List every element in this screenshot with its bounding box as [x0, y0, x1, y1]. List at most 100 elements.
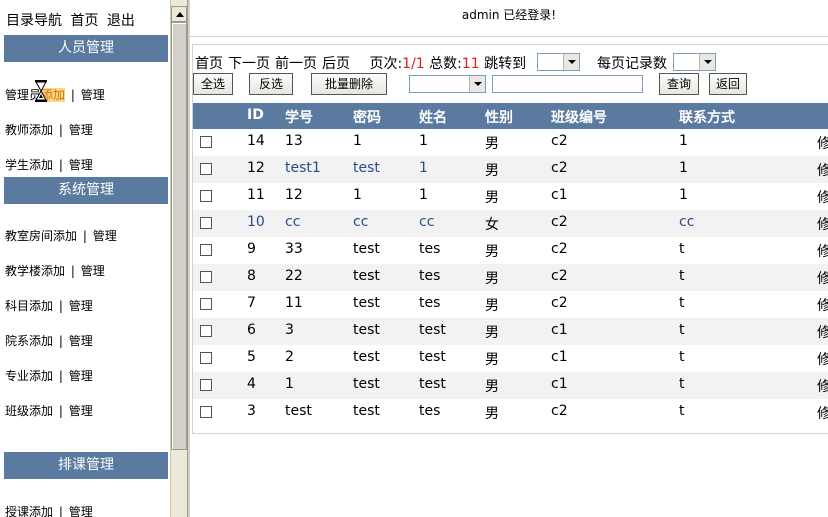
cell-student-no: 1 [285, 376, 294, 392]
major-add-link[interactable]: 专业添加 [5, 369, 53, 383]
cell-name: tes [419, 403, 441, 419]
menu-class: 班级添加 | 管理 [5, 402, 93, 419]
student-table: ID 学号 密码 姓名 性别 班级编号 联系方式 14 13 1 1 男 c2 1 修 12 te… [193, 103, 828, 426]
cell-contact: t [679, 403, 685, 419]
cell-name: tes [419, 295, 441, 311]
row-checkbox[interactable] [200, 325, 212, 337]
pager-prev-link[interactable]: 前一页 [275, 56, 317, 72]
cell-class-no: c1 [551, 187, 568, 203]
row-checkbox[interactable] [200, 190, 212, 202]
subject-add-link[interactable]: 科目添加 [5, 299, 53, 313]
subject-manage-link[interactable]: 管理 [69, 299, 93, 313]
invert-select-button[interactable]: 反选 [249, 73, 293, 95]
edit-link[interactable]: 修 [817, 403, 828, 423]
cell-class-no: c2 [551, 160, 568, 176]
back-button[interactable]: 返回 [709, 73, 747, 95]
student-add-link[interactable]: 学生添加 [5, 158, 53, 172]
teacher-manage-link[interactable]: 管理 [69, 123, 93, 137]
table-row: 14 13 1 1 男 c2 1 修 [193, 129, 828, 156]
teaching-add-link[interactable]: 授课添加 [5, 505, 53, 517]
dropdown-arrow-icon [469, 76, 485, 92]
department-add-link[interactable]: 院系添加 [5, 334, 53, 348]
batch-delete-button[interactable]: 批量删除 [311, 73, 387, 95]
edit-link[interactable]: 修 [817, 268, 828, 288]
row-checkbox[interactable] [200, 244, 212, 256]
table-row: 11 12 1 1 男 c1 1 修 [193, 183, 828, 210]
major-manage-link[interactable]: 管理 [69, 369, 93, 383]
separator: | [58, 505, 63, 517]
edit-link[interactable]: 修 [817, 160, 828, 180]
scroll-up-arrow-icon[interactable] [171, 6, 187, 22]
student-manage-link[interactable]: 管理 [69, 158, 93, 172]
pager-next-link[interactable]: 下一页 [228, 56, 270, 72]
table-row: 5 2 test test 男 c1 t 修 [193, 345, 828, 372]
scroll-thumb[interactable] [171, 22, 187, 450]
edit-link[interactable]: 修 [817, 349, 828, 369]
row-checkbox[interactable] [200, 136, 212, 148]
cell-class-no: c1 [551, 349, 568, 365]
left-frame-scrollbar[interactable] [170, 0, 187, 517]
query-button[interactable]: 查询 [659, 73, 699, 95]
per-page-select[interactable] [673, 53, 716, 71]
section-system[interactable]: 系统管理 [4, 177, 168, 204]
cell-student-no: 3 [285, 322, 294, 338]
classroom-manage-link[interactable]: 管理 [93, 229, 117, 243]
row-checkbox[interactable] [200, 271, 212, 283]
row-checkbox[interactable] [200, 379, 212, 391]
separator: | [58, 158, 63, 172]
row-checkbox[interactable] [200, 163, 212, 175]
cell-password: 1 [353, 187, 362, 203]
nav-home-link[interactable]: 首页 [70, 13, 98, 29]
department-manage-link[interactable]: 管理 [69, 334, 93, 348]
row-checkbox[interactable] [200, 352, 212, 364]
cell-class-no: c1 [551, 376, 568, 392]
row-checkbox[interactable] [200, 217, 212, 229]
jump-page-select[interactable] [537, 53, 580, 71]
separator: | [70, 88, 75, 102]
teacher-add-link[interactable]: 教师添加 [5, 123, 53, 137]
cell-student-no: 13 [285, 133, 303, 149]
edit-link[interactable]: 修 [817, 376, 828, 396]
col-id: ID [247, 107, 264, 123]
admin-manage-link[interactable]: 管理 [81, 88, 105, 102]
cell-password: test [353, 160, 380, 176]
table-row: 9 33 test tes 男 c2 t 修 [193, 237, 828, 264]
cell-student-no: 11 [285, 295, 303, 311]
cell-contact: 1 [679, 160, 688, 176]
left-nav-frame: 目录导航 首页 退出 人员管理 管理员添加 | 管理 教师添加 | 管理 学生添… [0, 0, 170, 517]
cell-name: cc [419, 214, 435, 230]
cell-password: cc [353, 214, 369, 230]
col-name: 姓名 [419, 110, 447, 126]
row-checkbox[interactable] [200, 298, 212, 310]
select-all-button[interactable]: 全选 [193, 73, 233, 95]
cell-contact: cc [679, 214, 695, 230]
edit-link[interactable]: 修 [817, 295, 828, 315]
nav-logout-link[interactable]: 退出 [107, 13, 135, 29]
edit-link[interactable]: 修 [817, 214, 828, 234]
teaching-manage-link[interactable]: 管理 [69, 505, 93, 517]
cell-id: 10 [247, 214, 265, 230]
cell-name: 1 [419, 133, 428, 149]
class-add-link[interactable]: 班级添加 [5, 404, 53, 418]
row-checkbox[interactable] [200, 406, 212, 418]
pager-last-link[interactable]: 后页 [322, 56, 350, 72]
edit-link[interactable]: 修 [817, 133, 828, 153]
search-input[interactable] [492, 75, 643, 93]
cell-sex: 男 [485, 136, 499, 152]
edit-link[interactable]: 修 [817, 322, 828, 342]
top-nav: 目录导航 首页 退出 [6, 10, 139, 30]
edit-link[interactable]: 修 [817, 187, 828, 207]
building-manage-link[interactable]: 管理 [81, 264, 105, 278]
classroom-add-link[interactable]: 教室房间添加 [5, 229, 77, 243]
search-field-select[interactable] [409, 75, 486, 93]
edit-link[interactable]: 修 [817, 241, 828, 261]
menu-teaching: 授课添加 | 管理 [5, 503, 93, 517]
building-add-link[interactable]: 教学楼添加 [5, 264, 65, 278]
cell-id: 8 [247, 268, 256, 284]
table-header: ID 学号 密码 姓名 性别 班级编号 联系方式 [193, 103, 828, 129]
section-personnel[interactable]: 人员管理 [4, 35, 168, 62]
class-manage-link[interactable]: 管理 [69, 404, 93, 418]
menu-building: 教学楼添加 | 管理 [5, 262, 105, 279]
pager-first-link[interactable]: 首页 [195, 56, 223, 72]
section-scheduling[interactable]: 排课管理 [4, 452, 168, 479]
